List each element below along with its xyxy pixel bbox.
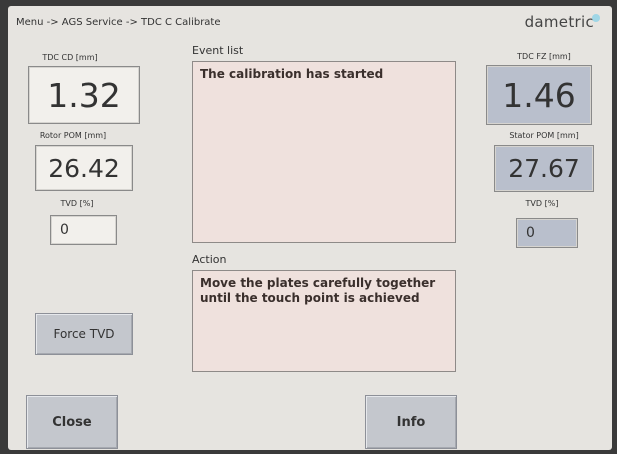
event-list-title: Event list	[192, 44, 244, 57]
left-tvd-label: TVD [%]	[60, 199, 94, 208]
event-list-box: The calibration has started	[192, 61, 456, 243]
tdc-fz-label: TDC FZ [mm]	[517, 52, 571, 61]
tdc-fz-value: 1.46	[486, 65, 592, 125]
tdc-cd-value: 1.32	[28, 66, 140, 124]
brand-logo: dametric	[524, 13, 594, 31]
force-tvd-button[interactable]: Force TVD	[35, 313, 133, 355]
action-line-2: until the touch point is achieved	[200, 291, 420, 305]
right-tvd-label: TVD [%]	[525, 199, 559, 208]
action-line-1: Move the plates carefully together	[200, 276, 436, 290]
right-tvd-value: 0	[516, 218, 578, 248]
action-title: Action	[192, 253, 227, 266]
stator-pom-label: Stator POM [mm]	[509, 131, 579, 140]
close-button[interactable]: Close	[26, 395, 118, 449]
breadcrumb: Menu -> AGS Service -> TDC C Calibrate	[16, 17, 221, 28]
logo-dot-icon	[592, 14, 600, 22]
event-list-text: The calibration has started	[200, 67, 384, 81]
stator-pom-value: 27.67	[494, 145, 594, 192]
tdc-cd-label: TDC CD [mm]	[42, 53, 98, 62]
screen: Menu -> AGS Service -> TDC C Calibrate d…	[8, 6, 612, 450]
action-box: Move the plates carefully together until…	[192, 270, 456, 372]
rotor-pom-value: 26.42	[35, 145, 133, 191]
info-button[interactable]: Info	[365, 395, 457, 449]
left-tvd-value: 0	[50, 215, 117, 245]
rotor-pom-label: Rotor POM [mm]	[39, 131, 107, 140]
